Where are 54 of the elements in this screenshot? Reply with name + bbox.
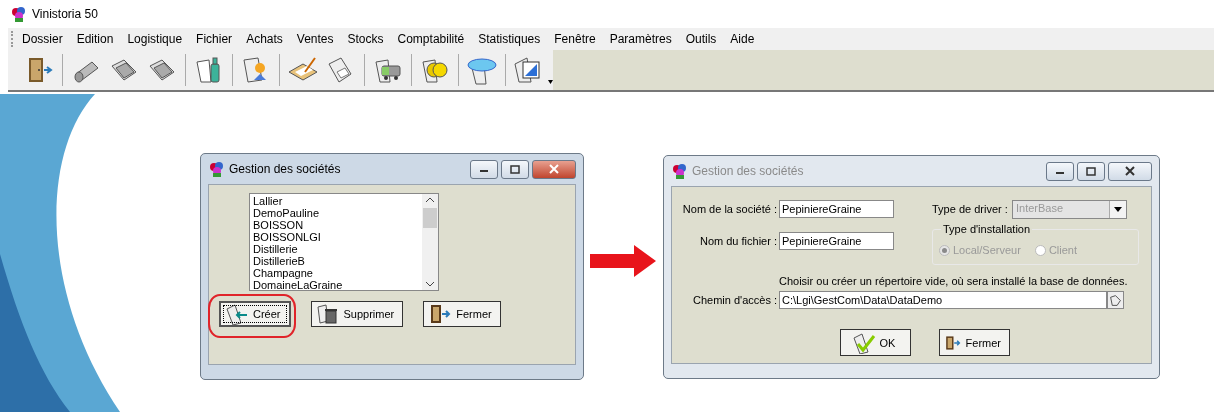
window-title: Gestion des sociétés [229,162,342,176]
list-item[interactable]: BOISSONLGI [253,231,419,243]
menu-item[interactable]: Fenêtre [554,32,596,46]
app-title: Vinistoria 50 [32,7,98,21]
field-label: Nom du fichier : [698,235,778,247]
field-label: Chemin d'accès : [691,294,778,306]
list-item[interactable]: Lallier [253,195,419,207]
create-button[interactable]: Créer [219,301,291,327]
delete-button[interactable]: Supprimer [310,301,404,327]
window-title: Gestion des sociétés [692,164,805,178]
menu-item[interactable]: Outils [685,32,717,46]
close-icon [1123,166,1137,176]
list-item[interactable]: BOISSON [253,219,419,231]
menu-item[interactable]: Comptabilité [397,32,465,46]
scrollbar[interactable] [422,194,438,290]
caret-icon[interactable] [548,80,553,84]
instruction-text: Choisir ou créer un répertoire vide, où sera installé la base de données. [779,275,1129,287]
field-label: Type de driver : [932,203,1009,215]
maximize-icon [508,164,522,174]
door-icon [428,303,453,325]
flower-icon [671,163,687,179]
list-item[interactable]: DistillerieB [253,255,419,267]
menu-item[interactable]: Achats [246,32,283,46]
maximize-icon [1084,166,1098,176]
group-title: Type d'installation [941,223,1033,235]
flower-icon [10,6,26,22]
menu-item[interactable]: Aide [730,32,755,46]
caret-icon [1114,206,1122,212]
menu-item[interactable]: Dossier [22,32,63,46]
document-arrow-icon [225,303,249,325]
close-button[interactable]: Fermer [423,301,501,327]
close-icon [547,164,561,174]
flower-icon [208,161,224,177]
menu-item[interactable]: Stocks [347,32,384,46]
menu-item[interactable]: Paramètres [609,32,672,46]
menu-item[interactable]: Ventes [296,32,334,46]
folder-icon [1109,293,1122,307]
menu-item[interactable]: Logistique [127,32,183,46]
list-item[interactable]: Champagne [253,267,419,279]
minimize-button[interactable] [470,159,498,179]
menu-item[interactable]: Statistiques [478,32,541,46]
list-item[interactable]: DomaineLaGraine [253,279,419,290]
arrow-icon [590,245,656,277]
company-list[interactable]: Lallier DemoPauline BOISSON BOISSONLGI Distillerie DistillerieB Champagne DomaineLaGraine [249,193,439,291]
list-item[interactable]: DemoPauline [253,207,419,219]
menu-item[interactable]: Fichier [196,32,233,46]
maximize-button[interactable] [501,159,529,179]
menu-item[interactable]: Edition [76,32,114,46]
checkmark-icon [851,331,876,354]
trash-icon [315,303,340,325]
close-button[interactable] [532,159,576,179]
scroll-thumb[interactable] [423,208,437,228]
field-label: Nom de la société : [681,203,778,215]
list-item[interactable]: Distillerie [253,243,419,255]
